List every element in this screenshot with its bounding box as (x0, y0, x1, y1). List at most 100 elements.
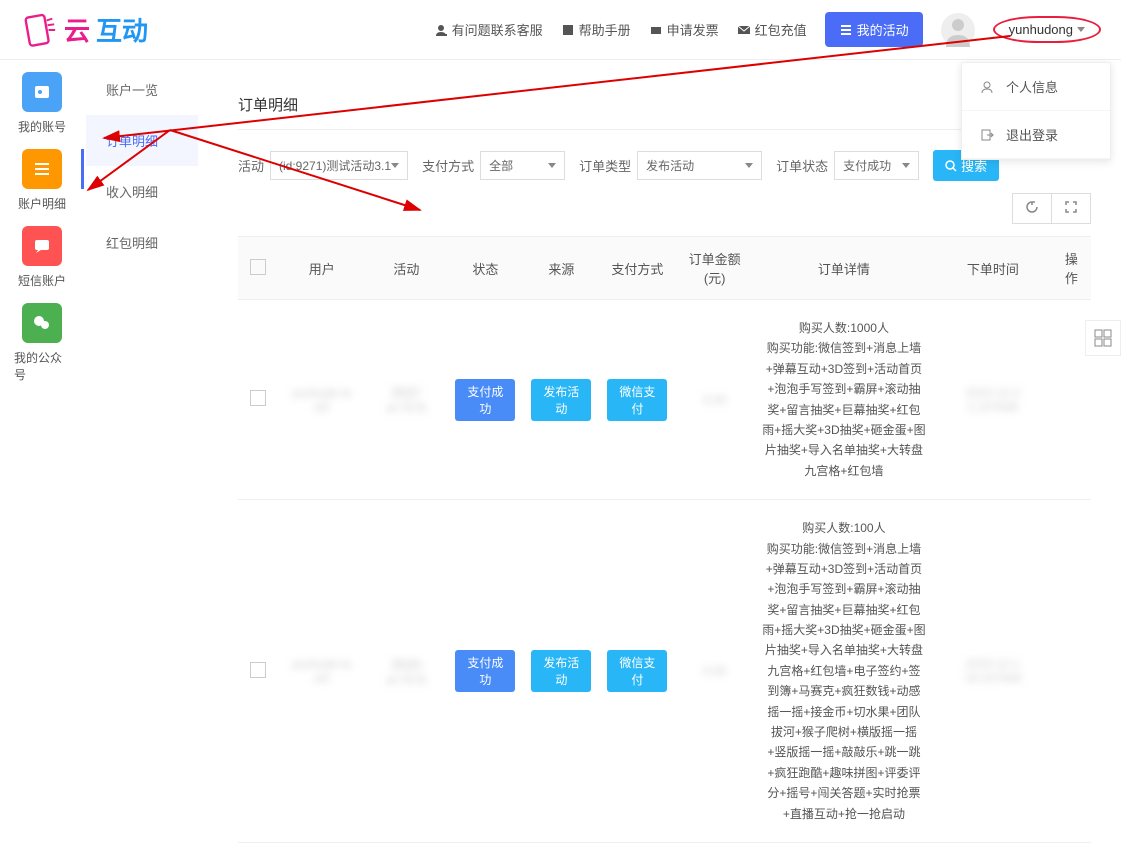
th-source: 来源 (523, 237, 599, 300)
th-pay-method: 支付方式 (599, 237, 675, 300)
envelope-icon (737, 23, 751, 37)
logo-text-2: 互动 (96, 11, 148, 48)
pay-method-badge: 微信支付 (607, 379, 667, 421)
cell-action (1052, 500, 1091, 843)
user-menu-profile-label: 个人信息 (1006, 77, 1058, 96)
order-status-select-value: 支付成功 (843, 157, 891, 174)
nav-recharge[interactable]: 红包充值 (737, 20, 807, 39)
table-row: yunhude te st2 测试9 id:7678 支付成功 发布活动 微信支… (238, 500, 1091, 843)
pay-method-badge: 微信支付 (607, 650, 667, 692)
row-checkbox[interactable] (250, 390, 266, 406)
sub-orders[interactable]: 订单明细 (86, 115, 198, 166)
logo-icon (20, 11, 58, 49)
cell-activity: 测试7 id:7678 (387, 386, 426, 415)
rail-account-details[interactable]: 账户明细 (18, 149, 66, 212)
fullscreen-button[interactable] (1051, 194, 1090, 223)
account-icon (22, 72, 62, 112)
toolbar-row (238, 193, 1091, 224)
my-activity-button[interactable]: 我的活动 (825, 12, 923, 47)
payment-select-value: 全部 (489, 157, 513, 174)
nav-invoice[interactable]: 申请发票 (649, 20, 719, 39)
book-icon (561, 23, 575, 37)
sub-income[interactable]: 收入明细 (86, 166, 198, 217)
status-badge: 支付成功 (455, 650, 515, 692)
source-badge: 发布活动 (531, 379, 591, 421)
rail-wechat[interactable]: 我的公众号 (14, 303, 70, 383)
qr-icon (1094, 329, 1112, 347)
row-checkbox[interactable] (250, 662, 266, 678)
side-qr-widget[interactable] (1085, 320, 1121, 356)
cell-details: 购买人数:100人购买功能:微信签到+消息上墙+弹幕互动+3D签到+活动首页+泡… (754, 500, 934, 843)
caret-down-icon (548, 163, 556, 168)
cell-details: 购买人数:1000人购买功能:微信签到+消息上墙+弹幕互动+3D签到+活动首页+… (754, 300, 934, 500)
th-status: 状态 (447, 237, 523, 300)
payment-select[interactable]: 全部 (480, 151, 565, 180)
main-content: 订单明细 活动 (id:9271)测试活动3.1 支付方式 全部 订单类型 发布… (208, 60, 1121, 863)
details-icon (22, 149, 62, 189)
list-icon (839, 23, 853, 37)
user-menu: 个人信息 退出登录 (961, 62, 1111, 160)
rail-sms-label: 短信账户 (18, 272, 66, 289)
table-toolbar (1012, 193, 1091, 224)
filter-order-status: 订单状态 支付成功 (776, 151, 919, 180)
header-nav: 有问题联系客服 帮助手册 申请发票 红包充值 我的活动 yunhudong (434, 12, 1101, 47)
print-icon (649, 23, 663, 37)
user-dropdown[interactable]: yunhudong (993, 16, 1101, 43)
logout-icon (980, 128, 994, 142)
user-menu-profile[interactable]: 个人信息 (962, 63, 1110, 111)
rail-account-label: 我的账号 (18, 118, 66, 135)
nav-recharge-label: 红包充值 (755, 20, 807, 39)
headset-icon (434, 23, 448, 37)
my-activity-label: 我的活动 (857, 20, 909, 39)
rail-sms-account[interactable]: 短信账户 (18, 226, 66, 289)
cell-time: 2023-12-2 1:107648 (966, 386, 1021, 414)
logo[interactable]: 云 互动 (20, 11, 148, 49)
cell-user: yunhude te st2 (292, 386, 351, 414)
orders-table: 用户 活动 状态 来源 支付方式 订单金额(元) 订单详情 下单时间 操作 yu… (238, 236, 1091, 843)
th-activity: 活动 (365, 237, 447, 300)
caret-down-icon (902, 163, 910, 168)
cell-activity: 测试9 id:7678 (387, 658, 426, 687)
user-menu-logout-label: 退出登录 (1006, 125, 1058, 144)
source-badge: 发布活动 (531, 650, 591, 692)
caret-down-icon (391, 163, 399, 168)
activity-select[interactable]: (id:9271)测试活动3.1 (270, 151, 408, 180)
refresh-icon (1025, 200, 1039, 214)
th-details: 订单详情 (754, 237, 934, 300)
filter-payment-label: 支付方式 (422, 156, 474, 175)
table-body: yunhude te st2 测试7 id:7678 支付成功 发布活动 微信支… (238, 300, 1091, 843)
refresh-button[interactable] (1013, 194, 1051, 223)
filter-order-status-label: 订单状态 (776, 156, 828, 175)
rail-wechat-label: 我的公众号 (14, 349, 70, 383)
filter-order-type-label: 订单类型 (579, 156, 631, 175)
cell-user: yunhude te st2 (292, 657, 351, 685)
caret-down-icon (1077, 27, 1085, 32)
filter-activity-label: 活动 (238, 156, 264, 175)
filter-activity: 活动 (id:9271)测试活动3.1 (238, 151, 408, 180)
activity-select-value: (id:9271)测试活动3.1 (279, 157, 391, 174)
left-rail: 我的账号 账户明细 短信账户 我的公众号 (14, 72, 70, 383)
order-type-select[interactable]: 发布活动 (637, 151, 762, 180)
caret-down-icon (745, 163, 753, 168)
rail-my-account[interactable]: 我的账号 (18, 72, 66, 135)
sub-redpacket[interactable]: 红包明细 (86, 217, 198, 268)
nav-invoice-label: 申请发票 (667, 20, 719, 39)
th-amount: 订单金额(元) (675, 237, 754, 300)
search-icon (945, 160, 957, 172)
nav-contact[interactable]: 有问题联系客服 (434, 20, 543, 39)
top-header: 云 互动 有问题联系客服 帮助手册 申请发票 红包充值 我的活动 yunhudo… (0, 0, 1121, 60)
nav-help[interactable]: 帮助手册 (561, 20, 631, 39)
order-status-select[interactable]: 支付成功 (834, 151, 919, 180)
select-all-checkbox[interactable] (250, 259, 266, 275)
cell-amount: 0.00 (703, 393, 726, 407)
table-header: 用户 活动 状态 来源 支付方式 订单金额(元) 订单详情 下单时间 操作 (238, 237, 1091, 300)
order-type-select-value: 发布活动 (646, 157, 694, 174)
avatar[interactable] (941, 13, 975, 47)
rail-details-label: 账户明细 (18, 195, 66, 212)
profile-icon (980, 80, 994, 94)
sub-overview[interactable]: 账户一览 (86, 64, 198, 115)
user-icon (941, 13, 975, 47)
fullscreen-icon (1064, 200, 1078, 214)
user-menu-logout[interactable]: 退出登录 (962, 111, 1110, 159)
sms-icon (22, 226, 62, 266)
